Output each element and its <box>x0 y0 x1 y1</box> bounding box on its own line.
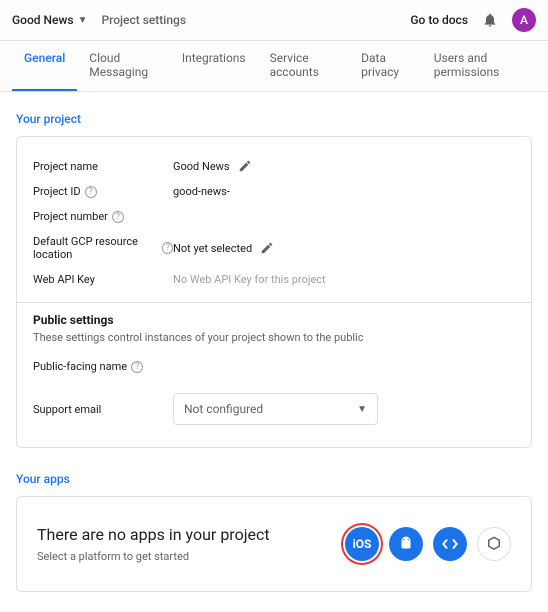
label-public-name: Public-facing name <box>33 360 127 373</box>
support-email-select[interactable]: Not configured ▼ <box>173 393 378 425</box>
project-name: Good News <box>12 13 74 27</box>
project-card: Project name Good News Project ID ? good… <box>16 136 532 448</box>
tab-cloud-messaging[interactable]: Cloud Messaging <box>77 41 170 91</box>
goto-docs-link[interactable]: Go to docs <box>410 13 468 27</box>
chevron-down-icon: ▼ <box>357 404 367 415</box>
help-icon[interactable]: ? <box>131 361 143 373</box>
help-icon[interactable]: ? <box>85 186 97 198</box>
apps-headline: There are no apps in your project <box>37 525 270 544</box>
unity-icon <box>485 535 503 553</box>
help-icon[interactable]: ? <box>112 211 124 223</box>
section-your-project: Your project <box>16 112 532 126</box>
value-project-name: Good News <box>173 160 230 173</box>
tab-general[interactable]: General <box>12 41 77 91</box>
help-icon[interactable]: ? <box>162 242 173 254</box>
avatar[interactable]: A <box>512 8 536 32</box>
tab-integrations[interactable]: Integrations <box>170 41 258 91</box>
pencil-icon[interactable] <box>260 241 274 255</box>
label-web-api-key: Web API Key <box>33 273 173 286</box>
support-email-selected: Not configured <box>184 402 263 416</box>
value-project-id: good-news- <box>173 185 230 198</box>
section-your-apps: Your apps <box>16 472 532 486</box>
tabs: General Cloud Messaging Integrations Ser… <box>0 41 548 92</box>
platform-web-button[interactable] <box>433 527 467 561</box>
topbar: Good News ▼ Project settings Go to docs … <box>0 0 548 41</box>
breadcrumb: Project settings <box>101 13 186 27</box>
value-gcp-location: Not yet selected <box>173 242 252 255</box>
value-web-api-key: No Web API Key for this project <box>173 273 326 286</box>
android-icon <box>397 535 415 553</box>
platform-android-button[interactable] <box>389 527 423 561</box>
tab-data-privacy[interactable]: Data privacy <box>349 41 422 91</box>
apps-card: There are no apps in your project Select… <box>16 496 532 592</box>
pencil-icon[interactable] <box>238 159 252 173</box>
tab-users-permissions[interactable]: Users and permissions <box>422 41 536 91</box>
apps-subtext: Select a platform to get started <box>37 550 270 563</box>
bell-icon[interactable] <box>482 12 498 28</box>
label-project-id: Project ID <box>33 185 81 198</box>
label-support-email: Support email <box>33 403 173 416</box>
chevron-down-icon: ▼ <box>78 15 88 26</box>
tab-service-accounts[interactable]: Service accounts <box>258 41 350 91</box>
label-project-number: Project number <box>33 210 108 223</box>
ios-icon: iOS <box>353 537 372 551</box>
platform-ios-button[interactable]: iOS <box>345 527 379 561</box>
project-switcher[interactable]: Good News ▼ <box>12 13 87 27</box>
platform-unity-button[interactable] <box>477 527 511 561</box>
web-icon <box>441 535 459 553</box>
label-project-name: Project name <box>33 160 173 173</box>
public-settings-subtext: These settings control instances of your… <box>33 331 515 344</box>
label-gcp-location: Default GCP resource location <box>33 235 158 261</box>
public-settings-header: Public settings <box>33 313 515 327</box>
